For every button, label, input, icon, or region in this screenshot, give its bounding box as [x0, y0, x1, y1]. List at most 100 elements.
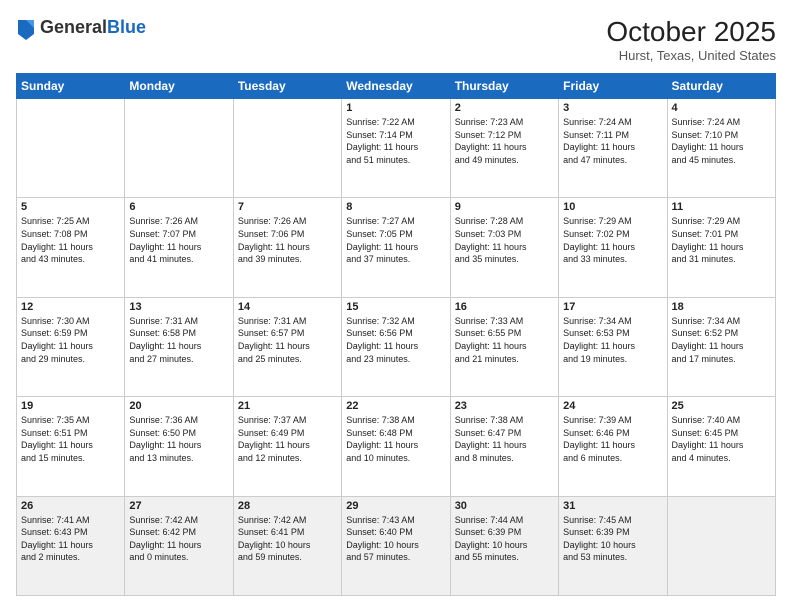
day-cell: 4Sunrise: 7:24 AM Sunset: 7:10 PM Daylig…: [667, 99, 775, 198]
day-cell: 31Sunrise: 7:45 AM Sunset: 6:39 PM Dayli…: [559, 496, 667, 595]
day-cell: 16 Sunrise: 7:33 AM Sunset: 6:55 PM Dayli…: [450, 297, 558, 396]
day-number: 14: [238, 301, 337, 313]
day-number: 6: [129, 201, 228, 213]
day-cell: 19 Sunrise: 7:35 AM Sunset: 6:51 PM Dayli…: [17, 397, 125, 496]
day-cell: 20 Sunrise: 7:36 AM Sunset: 6:50 PM Dayli…: [125, 397, 233, 496]
day-info: Sunrise: 7:35 AM Sunset: 6:51 PM Dayligh…: [21, 414, 120, 464]
day-info: Sunrise: 7:44 AM Sunset: 6:39 PM Dayligh…: [455, 514, 554, 564]
day-number: 22: [346, 400, 445, 412]
day-cell: 21 Sunrise: 7:37 AM Sunset: 6:49 PM Dayli…: [233, 397, 341, 496]
day-info: Sunrise: 7:41 AM Sunset: 6:43 PM Dayligh…: [21, 514, 120, 564]
day-number: 29: [346, 500, 445, 512]
title-block: October 2025 Hurst, Texas, United States: [606, 16, 776, 63]
day-info: Sunrise: 7:45 AM Sunset: 6:39 PM Dayligh…: [563, 514, 662, 564]
day-info: Sunrise: 7:33 AM Sunset: 6:55 PM Dayligh…: [455, 315, 554, 365]
day-number: 9: [455, 201, 554, 213]
day-cell: 15Sunrise: 7:32 AM Sunset: 6:56 PM Dayli…: [342, 297, 450, 396]
day-number: 30: [455, 500, 554, 512]
day-cell: 6 Sunrise: 7:26 AM Sunset: 7:07 PM Daylig…: [125, 198, 233, 297]
day-number: 10: [563, 201, 662, 213]
day-cell: 14Sunrise: 7:31 AM Sunset: 6:57 PM Dayli…: [233, 297, 341, 396]
day-number: 17: [563, 301, 662, 313]
day-cell: 25 Sunrise: 7:40 AM Sunset: 6:45 PM Dayli…: [667, 397, 775, 496]
day-cell: [17, 99, 125, 198]
day-cell: 24 Sunrise: 7:39 AM Sunset: 6:46 PM Dayli…: [559, 397, 667, 496]
day-info: Sunrise: 7:43 AM Sunset: 6:40 PM Dayligh…: [346, 514, 445, 564]
day-info: Sunrise: 7:29 AM Sunset: 7:02 PM Dayligh…: [563, 215, 662, 265]
day-info: Sunrise: 7:32 AM Sunset: 6:56 PM Dayligh…: [346, 315, 445, 365]
day-cell: 5 Sunrise: 7:25 AM Sunset: 7:08 PM Daylig…: [17, 198, 125, 297]
logo: GeneralBlue: [16, 16, 146, 40]
day-number: 12: [21, 301, 120, 313]
day-info: Sunrise: 7:27 AM Sunset: 7:05 PM Dayligh…: [346, 215, 445, 265]
day-cell: [233, 99, 341, 198]
day-cell: 2 Sunrise: 7:23 AM Sunset: 7:12 PM Daylig…: [450, 99, 558, 198]
day-info: Sunrise: 7:30 AM Sunset: 6:59 PM Dayligh…: [21, 315, 120, 365]
day-cell: 27Sunrise: 7:42 AM Sunset: 6:42 PM Dayli…: [125, 496, 233, 595]
header: GeneralBlue October 2025 Hurst, Texas, U…: [16, 16, 776, 63]
weekday-header-friday: Friday: [559, 74, 667, 99]
week-row-1: 1 Sunrise: 7:22 AM Sunset: 7:14 PM Daylig…: [17, 99, 776, 198]
day-info: Sunrise: 7:42 AM Sunset: 6:42 PM Dayligh…: [129, 514, 228, 564]
day-cell: 23Sunrise: 7:38 AM Sunset: 6:47 PM Dayli…: [450, 397, 558, 496]
day-number: 23: [455, 400, 554, 412]
day-number: 13: [129, 301, 228, 313]
day-info: Sunrise: 7:40 AM Sunset: 6:45 PM Dayligh…: [672, 414, 771, 464]
day-cell: 12 Sunrise: 7:30 AM Sunset: 6:59 PM Dayli…: [17, 297, 125, 396]
day-cell: 13 Sunrise: 7:31 AM Sunset: 6:58 PM Dayli…: [125, 297, 233, 396]
day-info: Sunrise: 7:24 AM Sunset: 7:11 PM Dayligh…: [563, 116, 662, 166]
day-number: 20: [129, 400, 228, 412]
day-info: Sunrise: 7:42 AM Sunset: 6:41 PM Dayligh…: [238, 514, 337, 564]
week-row-3: 12 Sunrise: 7:30 AM Sunset: 6:59 PM Dayli…: [17, 297, 776, 396]
weekday-header-thursday: Thursday: [450, 74, 558, 99]
day-cell: 18 Sunrise: 7:34 AM Sunset: 6:52 PM Dayli…: [667, 297, 775, 396]
day-cell: 29 Sunrise: 7:43 AM Sunset: 6:40 PM Dayli…: [342, 496, 450, 595]
calendar-table: SundayMondayTuesdayWednesdayThursdayFrid…: [16, 73, 776, 596]
day-number: 8: [346, 201, 445, 213]
day-cell: 9 Sunrise: 7:28 AM Sunset: 7:03 PM Daylig…: [450, 198, 558, 297]
day-info: Sunrise: 7:37 AM Sunset: 6:49 PM Dayligh…: [238, 414, 337, 464]
logo-icon: [16, 16, 36, 40]
day-cell: 1 Sunrise: 7:22 AM Sunset: 7:14 PM Daylig…: [342, 99, 450, 198]
day-number: 19: [21, 400, 120, 412]
week-row-5: 26 Sunrise: 7:41 AM Sunset: 6:43 PM Dayli…: [17, 496, 776, 595]
day-number: 2: [455, 102, 554, 114]
day-number: 26: [21, 500, 120, 512]
day-cell: 22 Sunrise: 7:38 AM Sunset: 6:48 PM Dayli…: [342, 397, 450, 496]
day-cell: 30 Sunrise: 7:44 AM Sunset: 6:39 PM Dayli…: [450, 496, 558, 595]
logo-text: GeneralBlue: [40, 18, 146, 38]
weekday-header-tuesday: Tuesday: [233, 74, 341, 99]
day-info: Sunrise: 7:26 AM Sunset: 7:07 PM Dayligh…: [129, 215, 228, 265]
weekday-header-sunday: Sunday: [17, 74, 125, 99]
day-info: Sunrise: 7:25 AM Sunset: 7:08 PM Dayligh…: [21, 215, 120, 265]
page: GeneralBlue October 2025 Hurst, Texas, U…: [0, 0, 792, 612]
day-number: 25: [672, 400, 771, 412]
day-info: Sunrise: 7:22 AM Sunset: 7:14 PM Dayligh…: [346, 116, 445, 166]
day-number: 5: [21, 201, 120, 213]
day-info: Sunrise: 7:34 AM Sunset: 6:52 PM Dayligh…: [672, 315, 771, 365]
day-cell: [667, 496, 775, 595]
day-info: Sunrise: 7:34 AM Sunset: 6:53 PM Dayligh…: [563, 315, 662, 365]
day-number: 11: [672, 201, 771, 213]
day-number: 1: [346, 102, 445, 114]
day-number: 24: [563, 400, 662, 412]
day-cell: 11Sunrise: 7:29 AM Sunset: 7:01 PM Dayli…: [667, 198, 775, 297]
day-info: Sunrise: 7:38 AM Sunset: 6:48 PM Dayligh…: [346, 414, 445, 464]
day-cell: 7Sunrise: 7:26 AM Sunset: 7:06 PM Daylig…: [233, 198, 341, 297]
day-cell: 3Sunrise: 7:24 AM Sunset: 7:11 PM Daylig…: [559, 99, 667, 198]
day-cell: 28Sunrise: 7:42 AM Sunset: 6:41 PM Dayli…: [233, 496, 341, 595]
day-info: Sunrise: 7:28 AM Sunset: 7:03 PM Dayligh…: [455, 215, 554, 265]
day-info: Sunrise: 7:26 AM Sunset: 7:06 PM Dayligh…: [238, 215, 337, 265]
day-number: 16: [455, 301, 554, 313]
day-info: Sunrise: 7:36 AM Sunset: 6:50 PM Dayligh…: [129, 414, 228, 464]
day-number: 18: [672, 301, 771, 313]
logo-general: General: [40, 17, 107, 37]
day-cell: 26 Sunrise: 7:41 AM Sunset: 6:43 PM Dayli…: [17, 496, 125, 595]
week-row-2: 5 Sunrise: 7:25 AM Sunset: 7:08 PM Daylig…: [17, 198, 776, 297]
day-info: Sunrise: 7:39 AM Sunset: 6:46 PM Dayligh…: [563, 414, 662, 464]
day-info: Sunrise: 7:31 AM Sunset: 6:58 PM Dayligh…: [129, 315, 228, 365]
weekday-header-saturday: Saturday: [667, 74, 775, 99]
day-info: Sunrise: 7:23 AM Sunset: 7:12 PM Dayligh…: [455, 116, 554, 166]
day-number: 21: [238, 400, 337, 412]
weekday-header-wednesday: Wednesday: [342, 74, 450, 99]
